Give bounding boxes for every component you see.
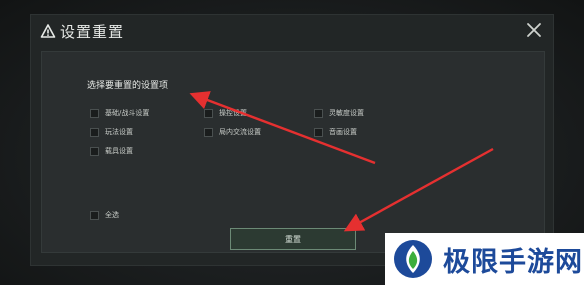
watermark-logo-icon (394, 240, 432, 278)
option-label: 局内交流设置 (219, 128, 261, 136)
option-in-match-communication[interactable]: 局内交流设置 (204, 126, 261, 138)
checkbox[interactable] (204, 108, 213, 118)
warning-triangle-icon (40, 24, 56, 38)
section-label: 选择要重置的设置项 (87, 81, 169, 91)
option-controls[interactable]: 操控设置 (204, 107, 247, 119)
checkbox[interactable] (314, 127, 323, 137)
checkbox[interactable] (90, 210, 99, 220)
option-label: 载具设置 (105, 147, 133, 155)
checkbox[interactable] (90, 108, 99, 118)
reset-button[interactable]: 重置 (230, 228, 356, 250)
option-label: 基础/战斗设置 (105, 109, 150, 117)
close-icon[interactable] (525, 21, 543, 39)
option-select-all[interactable]: 全选 (90, 209, 119, 221)
checkbox[interactable] (204, 127, 213, 137)
option-vehicle[interactable]: 载具设置 (90, 145, 133, 157)
option-label: 操控设置 (219, 109, 247, 117)
checkbox[interactable] (90, 146, 99, 156)
watermark: 极限手游网 (385, 233, 584, 285)
watermark-text: 极限手游网 (443, 246, 583, 278)
option-label: 灵敏度设置 (329, 109, 364, 117)
option-gameplay[interactable]: 玩法设置 (90, 126, 133, 138)
option-basic-combat[interactable]: 基础/战斗设置 (90, 107, 149, 119)
reset-options-panel: 选择要重置的设置项 基础/战斗设置 操控设置 灵敏度设置 玩法设置 局内交流设置… (41, 51, 545, 253)
dialog-title-bar: 设置重置 (31, 15, 553, 47)
option-audio-video[interactable]: 音画设置 (314, 126, 357, 138)
checkbox[interactable] (90, 127, 99, 137)
option-sensitivity[interactable]: 灵敏度设置 (314, 107, 364, 119)
option-label: 音画设置 (329, 128, 357, 136)
checkbox[interactable] (314, 108, 323, 118)
dialog-title: 设置重置 (60, 23, 125, 41)
option-label: 玩法设置 (105, 128, 133, 136)
settings-reset-dialog: 设置重置 选择要重置的设置项 基础/战斗设置 操控设置 灵敏度设置 玩法设置 局… (30, 14, 554, 266)
option-label: 全选 (105, 211, 119, 219)
